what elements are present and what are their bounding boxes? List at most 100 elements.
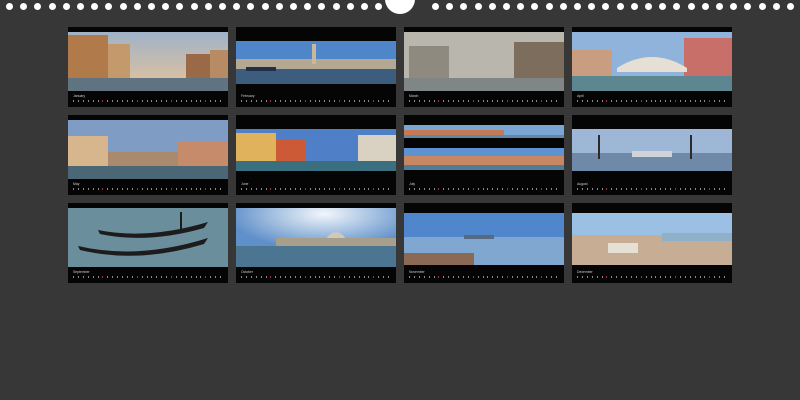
day-cell	[319, 188, 321, 190]
day-cell	[409, 276, 410, 278]
day-cell	[161, 100, 163, 102]
month-july: July	[404, 115, 564, 195]
day-cell	[409, 100, 410, 102]
day-cell	[348, 188, 350, 190]
binding-hole	[375, 3, 383, 10]
day-cell	[205, 188, 207, 190]
day-cell	[453, 100, 455, 102]
day-cell	[521, 188, 523, 190]
binding-hole	[559, 3, 567, 10]
day-cell	[458, 100, 459, 102]
day-cell	[383, 100, 385, 102]
day-cell	[507, 100, 508, 102]
day-cell	[343, 188, 345, 190]
binding-hole	[20, 3, 28, 10]
day-cell	[655, 188, 657, 190]
day-cell	[472, 188, 474, 190]
day-cell	[250, 188, 252, 190]
day-cell	[596, 100, 598, 102]
day-cell	[591, 188, 593, 190]
day-cell	[77, 276, 79, 278]
day-cell	[596, 276, 598, 278]
day-cell	[299, 100, 301, 102]
day-cell	[200, 188, 202, 190]
day-row	[241, 276, 393, 280]
month-march: March	[404, 27, 564, 107]
day-cell	[260, 276, 262, 278]
day-cell	[73, 276, 74, 278]
binding-hole	[6, 3, 13, 10]
day-cell	[586, 276, 588, 278]
day-cell	[482, 188, 484, 190]
day-cell	[601, 276, 603, 278]
day-cell	[684, 276, 686, 278]
binding-hole	[176, 3, 184, 10]
day-cell	[487, 100, 489, 102]
day-cell	[611, 100, 613, 102]
day-cell	[487, 188, 489, 190]
day-cell	[73, 100, 74, 102]
day-cell	[156, 100, 158, 102]
day-cell	[299, 188, 301, 190]
day-row	[409, 276, 561, 280]
day-cell	[719, 188, 721, 190]
day-cell	[645, 276, 647, 278]
day-cell	[531, 276, 533, 278]
day-cell	[373, 276, 375, 278]
day-cell	[314, 100, 316, 102]
day-cell	[255, 188, 257, 190]
day-cell	[462, 188, 464, 190]
day-cell	[250, 276, 252, 278]
binding-hole	[190, 3, 198, 10]
binding-hole	[645, 3, 652, 10]
photo-june	[236, 129, 396, 171]
day-cell	[151, 188, 153, 190]
day-cell	[577, 188, 578, 190]
day-row	[577, 276, 729, 280]
day-cell	[531, 100, 533, 102]
binding-hole	[574, 3, 581, 10]
day-cell	[635, 276, 637, 278]
day-cell	[102, 276, 104, 278]
day-cell	[670, 188, 672, 190]
day-cell	[704, 100, 706, 102]
month-february: February	[236, 27, 396, 107]
month-january: January	[68, 27, 228, 107]
day-cell	[467, 188, 469, 190]
day-cell	[280, 188, 282, 190]
day-cell	[694, 100, 696, 102]
day-cell	[423, 276, 425, 278]
day-cell	[156, 188, 158, 190]
day-cell	[299, 276, 301, 278]
day-cell	[551, 188, 553, 190]
day-cell	[97, 100, 99, 102]
day-cell	[112, 100, 114, 102]
day-cell	[640, 100, 642, 102]
binding-hole	[716, 3, 723, 10]
day-cell	[260, 100, 262, 102]
day-cell	[353, 188, 355, 190]
day-cell	[635, 100, 637, 102]
binding-hole	[730, 3, 738, 10]
day-cell	[250, 100, 252, 102]
binding-hole	[744, 3, 752, 10]
day-cell	[175, 276, 177, 278]
day-cell	[339, 100, 340, 102]
day-row	[73, 276, 225, 280]
day-cell	[87, 100, 89, 102]
day-cell	[146, 188, 148, 190]
day-cell	[541, 100, 543, 102]
day-cell	[185, 188, 187, 190]
day-cell	[581, 100, 583, 102]
day-cell	[107, 276, 109, 278]
day-cell	[556, 276, 557, 278]
day-cell	[388, 276, 389, 278]
binding-hole	[275, 3, 283, 10]
day-cell	[497, 276, 499, 278]
month-label: September	[73, 270, 90, 274]
day-cell	[413, 188, 415, 190]
day-cell	[541, 276, 543, 278]
day-cell	[195, 276, 197, 278]
day-cell	[270, 100, 272, 102]
day-cell	[621, 100, 623, 102]
